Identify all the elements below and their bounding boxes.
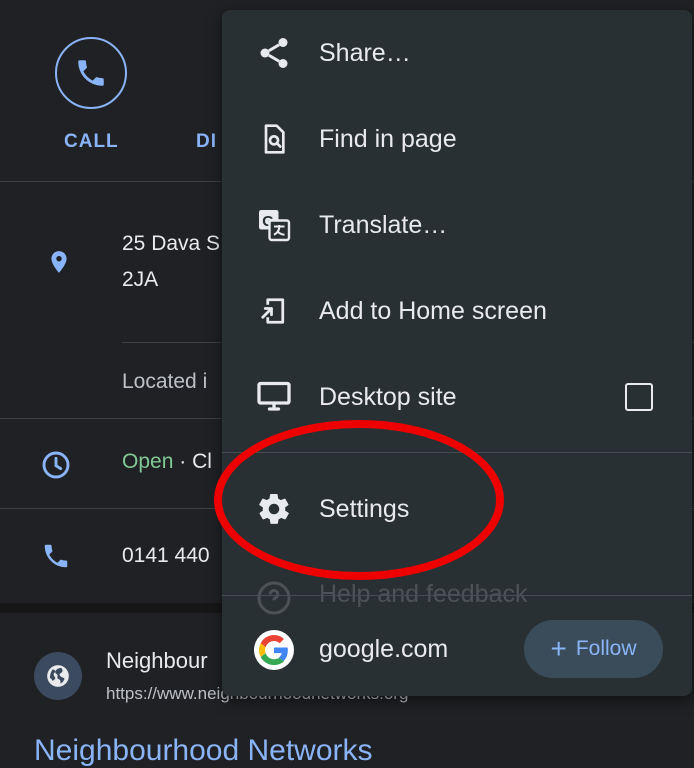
translate-icon: G — [254, 205, 294, 245]
menu-item-label: Translate… — [319, 210, 448, 239]
menu-item-label: Share… — [319, 38, 411, 67]
menu-item-share[interactable]: Share… — [222, 10, 692, 96]
add-to-home-screen-icon — [254, 291, 294, 331]
help-icon — [254, 578, 294, 618]
closing-text: Cl — [192, 450, 212, 473]
desktop-icon — [254, 377, 294, 417]
menu-divider — [222, 595, 692, 596]
result-title[interactable]: Neighbourhood Networks — [34, 734, 373, 768]
menu-item-settings[interactable]: Settings — [222, 466, 692, 552]
hours-separator: · — [179, 450, 187, 473]
gear-icon — [254, 489, 294, 529]
phone-number[interactable]: 0141 440 — [122, 544, 210, 568]
desktop-site-checkbox[interactable] — [625, 383, 653, 411]
menu-item-label: Find in page — [319, 124, 457, 153]
follow-label: Follow — [575, 637, 637, 660]
clock-icon — [36, 445, 76, 485]
globe-icon — [34, 652, 82, 700]
menu-item-translate[interactable]: G Translate… — [222, 182, 692, 268]
follow-button[interactable]: + Follow — [524, 620, 663, 678]
directions-label[interactable]: DI — [196, 131, 217, 153]
open-status: Open — [122, 450, 174, 473]
hours-row[interactable]: Open · Cl — [122, 450, 212, 474]
location-pin-icon — [42, 242, 76, 282]
plus-icon: + — [550, 633, 567, 664]
menu-divider — [222, 452, 692, 453]
menu-item-desktop-site[interactable]: Desktop site — [222, 354, 692, 440]
menu-item-label: Settings — [319, 494, 410, 523]
menu-item-label: Add to Home screen — [319, 296, 547, 325]
find-in-page-icon — [254, 119, 294, 159]
menu-item-find-in-page[interactable]: Find in page — [222, 96, 692, 182]
google-logo-icon — [254, 630, 294, 670]
website-name[interactable]: Neighbour — [106, 648, 208, 674]
menu-item-add-to-home-screen[interactable]: Add to Home screen — [222, 268, 692, 354]
located-in-text[interactable]: Located i — [122, 370, 207, 394]
phone-icon — [36, 536, 76, 576]
call-button[interactable] — [55, 37, 127, 109]
share-icon — [254, 33, 294, 73]
phone-icon — [78, 60, 104, 86]
call-label[interactable]: CALL — [64, 131, 119, 153]
overflow-menu: Share… Find in page G Translate… Add to … — [222, 10, 692, 696]
menu-item-help-and-feedback[interactable]: Help and feedback — [222, 550, 692, 615]
address-line-2[interactable]: 2JA — [122, 268, 158, 292]
menu-item-label: Desktop site — [319, 382, 457, 411]
address-line-1[interactable]: 25 Dava S — [122, 232, 220, 256]
site-domain: google.com — [319, 635, 449, 663]
